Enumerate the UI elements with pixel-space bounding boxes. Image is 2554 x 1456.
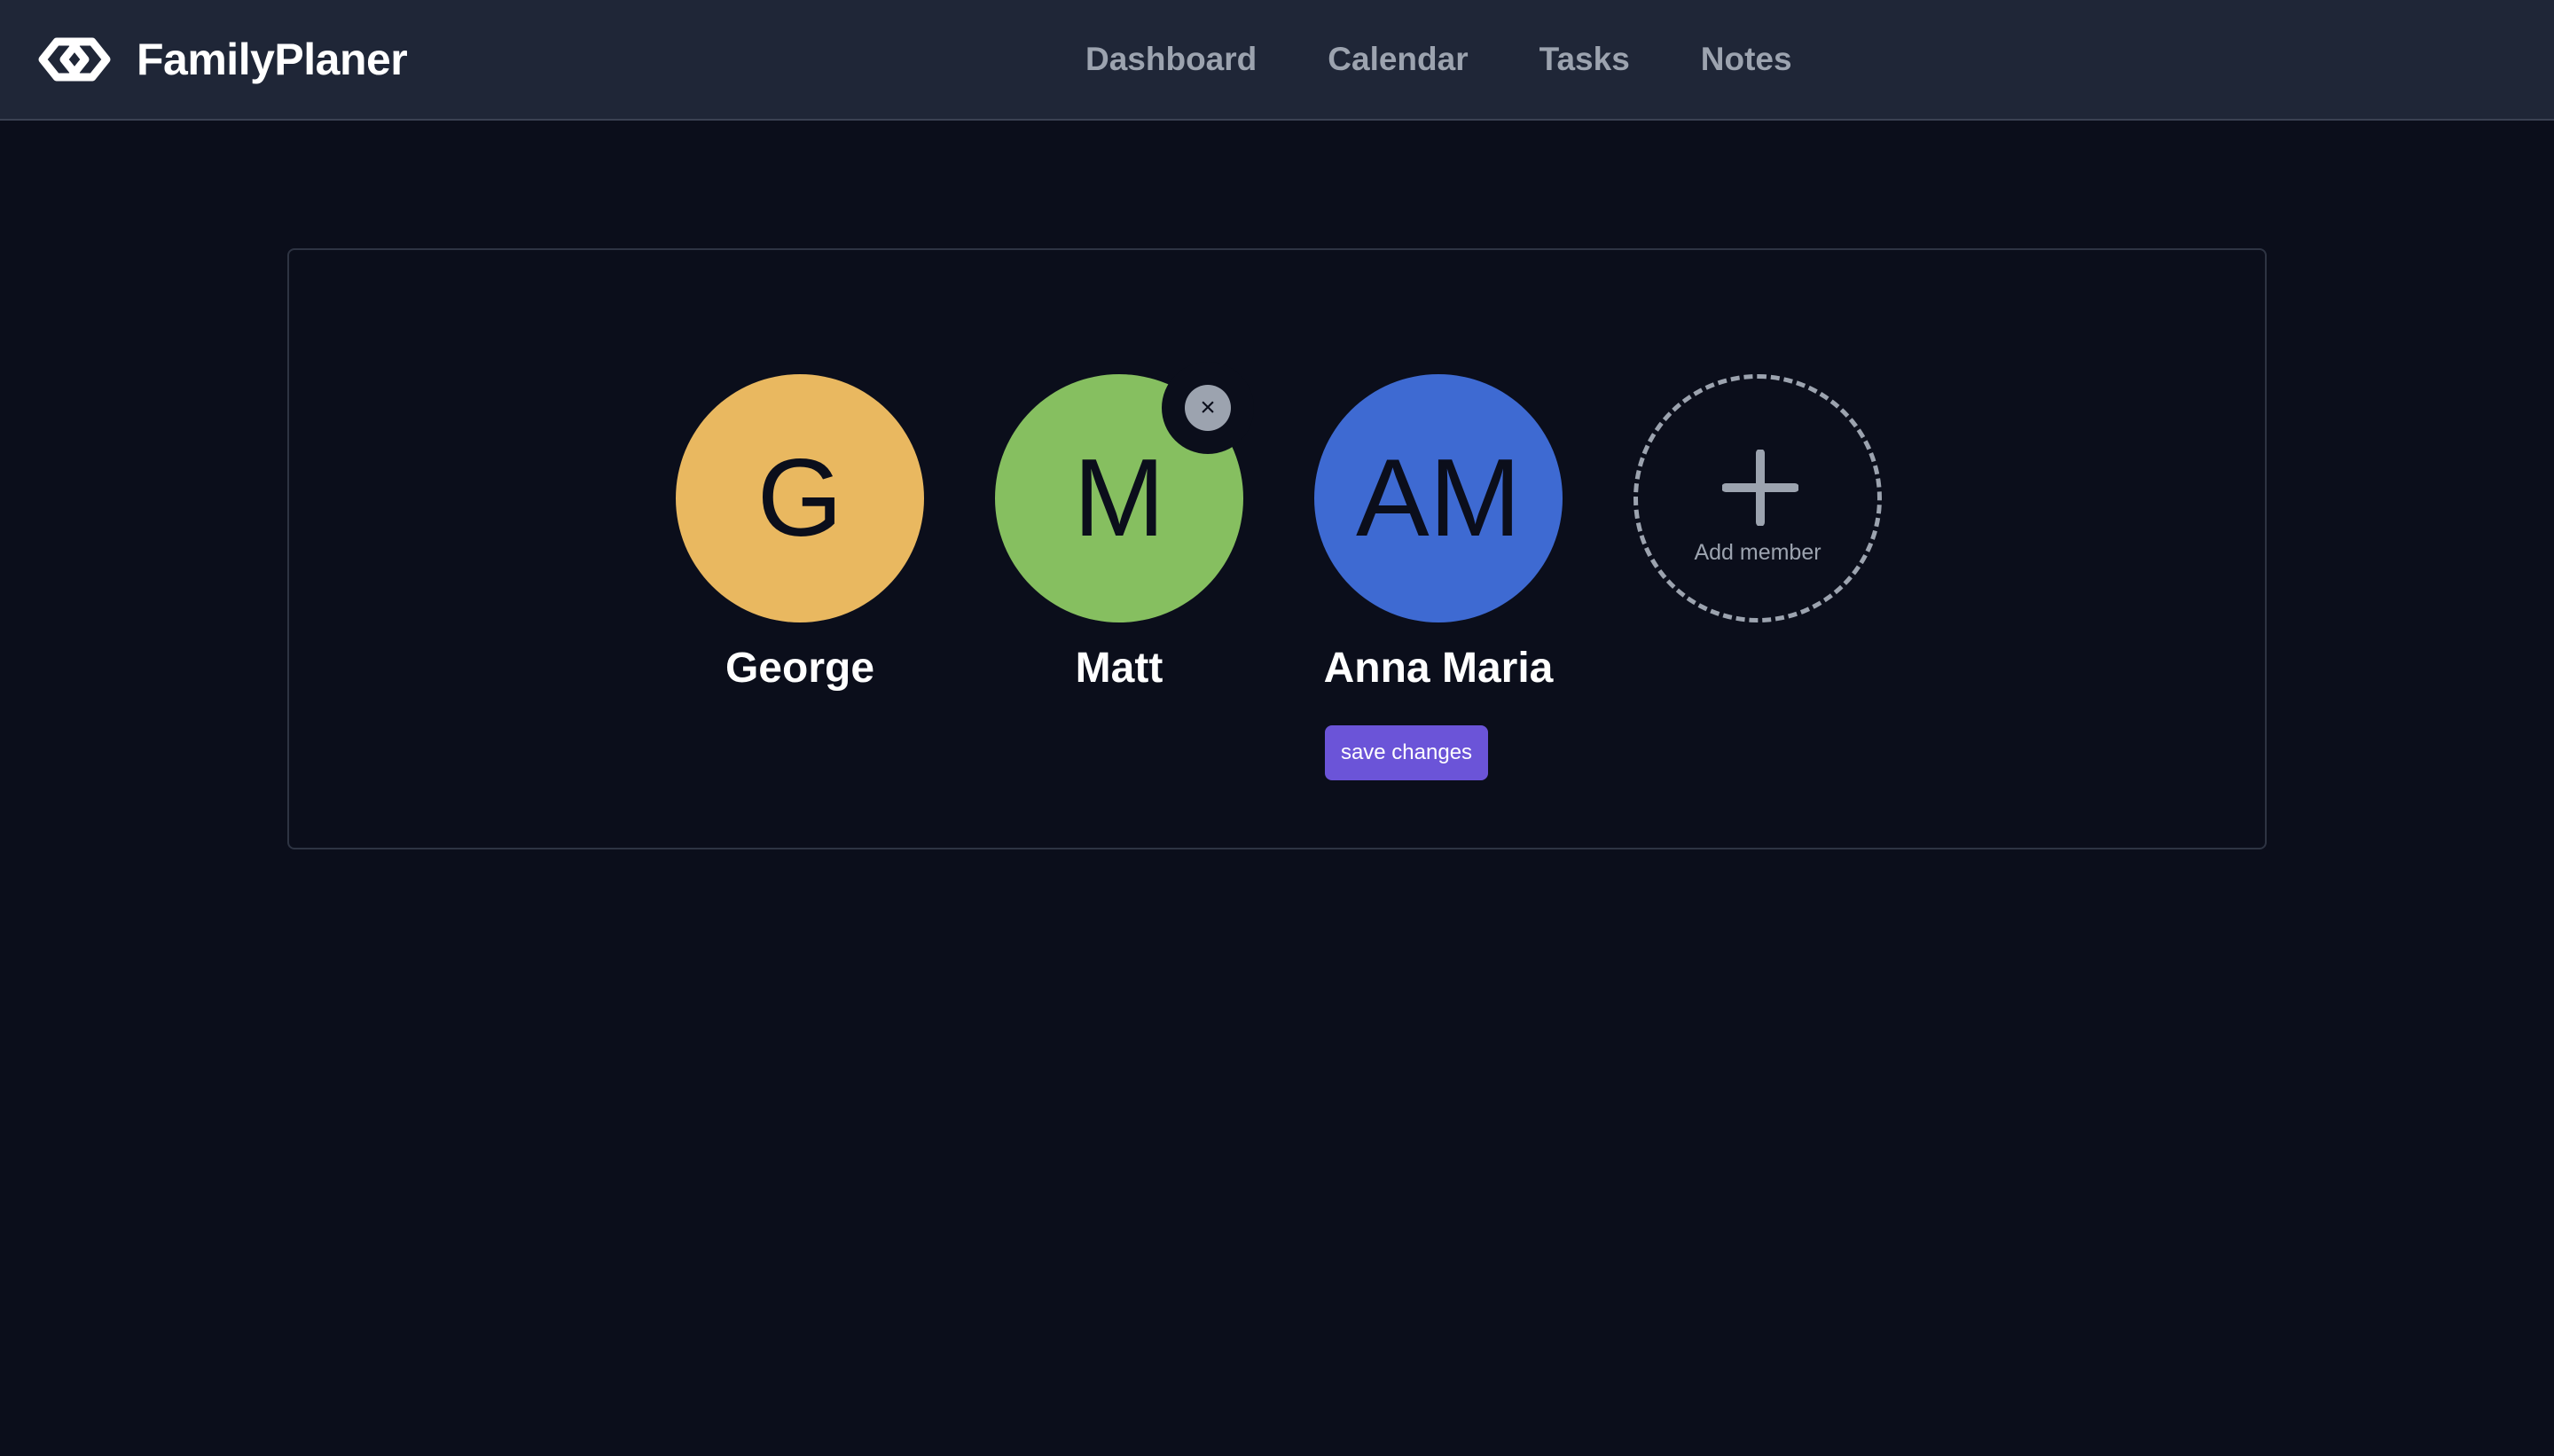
save-changes-button[interactable]: save changes (1325, 725, 1488, 780)
member-avatar[interactable]: AM (1314, 374, 1563, 622)
member-avatar[interactable]: M × (995, 362, 1254, 622)
member-george: G George (676, 374, 924, 692)
infinity-link-icon (37, 30, 112, 89)
member-name: Anna Maria (1323, 645, 1554, 692)
top-navbar: FamilyPlaner Dashboard Calendar Tasks No… (0, 0, 2554, 121)
member-avatar[interactable]: G (676, 374, 924, 622)
add-member-button[interactable]: Add member (1633, 374, 1882, 622)
avatar-initials: G (756, 437, 843, 560)
remove-member-badge: × (1162, 362, 1254, 454)
plus-icon (1722, 450, 1798, 526)
member-matt: M × Matt (995, 362, 1254, 692)
nav-dashboard[interactable]: Dashboard (1085, 41, 1257, 78)
avatar-initials: AM (1356, 437, 1521, 560)
member-anna-maria: AM Anna Maria (1314, 374, 1563, 692)
add-member-label: Add member (1694, 540, 1821, 565)
nav-calendar[interactable]: Calendar (1328, 41, 1468, 78)
nav-notes[interactable]: Notes (1701, 41, 1792, 78)
close-icon[interactable]: × (1185, 385, 1231, 431)
app-name: FamilyPlaner (137, 35, 408, 84)
avatar-initials: M (1073, 437, 1165, 560)
brand[interactable]: FamilyPlaner (37, 30, 408, 89)
main-nav: Dashboard Calendar Tasks Notes (1085, 0, 1863, 119)
nav-tasks[interactable]: Tasks (1539, 41, 1630, 78)
members-panel: G George M × Matt AM Anna Maria Add memb… (287, 248, 2267, 849)
